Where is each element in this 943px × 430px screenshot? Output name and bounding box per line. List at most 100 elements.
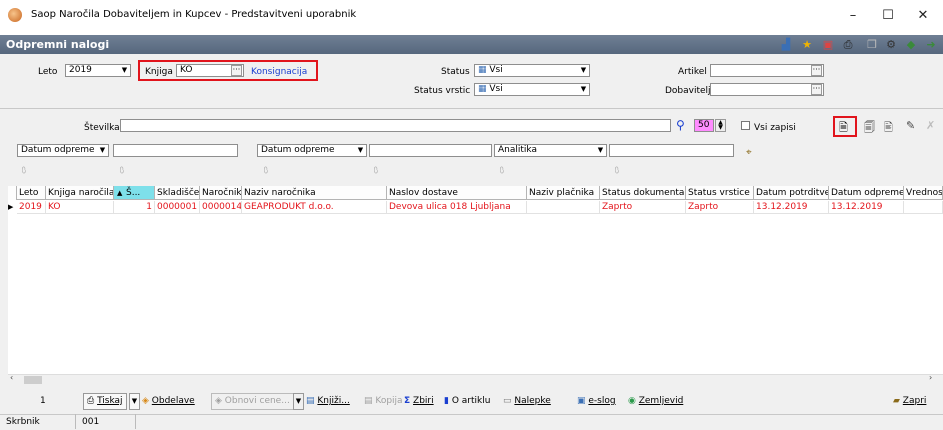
- exit-icon[interactable]: ➜: [924, 38, 938, 52]
- col-header[interactable]: Datum odpreme: [829, 186, 904, 200]
- filter-icon[interactable]: ⩇: [500, 166, 512, 177]
- status-vrstic-label: Status vrstic: [414, 86, 471, 96]
- stevilka-label: Številka: [84, 123, 120, 133]
- table-cell[interactable]: [527, 201, 600, 214]
- count-spinner[interactable]: ▲ ▼: [715, 119, 726, 132]
- app-logo-icon: [8, 8, 22, 22]
- leto-label: Leto: [38, 67, 58, 77]
- sort2-select[interactable]: Datum odpreme ▼: [257, 144, 367, 157]
- col-header[interactable]: Status vrstice: [686, 186, 754, 200]
- col-header[interactable]: Vrednost: [904, 186, 943, 200]
- count-input[interactable]: 50: [694, 119, 714, 132]
- knjiga-name: Konsignacija: [251, 67, 308, 77]
- sort1-select[interactable]: Datum odpreme ▼: [17, 144, 109, 157]
- o-artiklu-button[interactable]: ▮ O artiklu: [444, 393, 490, 410]
- table-cell[interactable]: Zaprto: [686, 201, 754, 214]
- scroll-right-icon[interactable]: ›: [929, 373, 932, 382]
- status-label: Skrbnik: [6, 417, 40, 427]
- col-header[interactable]: Naslov dostave: [387, 186, 527, 200]
- col-header[interactable]: Leto: [17, 186, 46, 200]
- page-title: Odpremni nalogi: [6, 38, 110, 51]
- dobavitelj-input[interactable]: ···: [710, 83, 824, 96]
- table-cell[interactable]: 0000001: [155, 201, 200, 214]
- col-header[interactable]: Naročnik: [200, 186, 242, 200]
- table-cell[interactable]: [904, 201, 943, 214]
- nalepke-button[interactable]: ▭ Nalepke: [503, 393, 551, 410]
- obdelave-button[interactable]: ◈ Obdelave: [142, 393, 195, 410]
- tiskaj-button[interactable]: ⎙ Tiskaj: [83, 393, 127, 410]
- table-cell[interactable]: 13.12.2019: [829, 201, 904, 214]
- e-slog-button[interactable]: ▣ e-slog: [577, 393, 616, 410]
- copy-document-icon[interactable]: 🗐: [864, 119, 875, 138]
- settings-icon[interactable]: ⚙: [884, 38, 898, 52]
- clear-filter-icon[interactable]: ⌖: [746, 147, 752, 158]
- zemljevid-button[interactable]: ◉ Zemljevid: [628, 393, 683, 410]
- search-icon[interactable]: ⚲: [676, 118, 685, 132]
- filter-icon[interactable]: ⩇: [264, 166, 276, 177]
- stevilka-input[interactable]: [120, 119, 671, 132]
- table-cell[interactable]: 2019: [17, 201, 46, 214]
- col-header[interactable]: Naziv plačnika: [527, 186, 600, 200]
- obnovi-dropdown[interactable]: ▼: [293, 393, 304, 410]
- kopija-button[interactable]: ▤ Kopija: [364, 393, 403, 410]
- status-label: Status: [441, 67, 470, 77]
- table-cell[interactable]: 13.12.2019: [754, 201, 829, 214]
- sort3-value[interactable]: [609, 144, 734, 157]
- knjizi-button[interactable]: ▤ Knjiži...: [306, 393, 350, 410]
- knjiga-input[interactable]: KO ···: [176, 64, 244, 77]
- page-number: 1: [40, 396, 46, 406]
- filter-icon[interactable]: ⩇: [22, 166, 34, 177]
- sort2-value[interactable]: [369, 144, 492, 157]
- table-cell[interactable]: GEAPRODUKT d.o.o.: [242, 201, 387, 214]
- table-cell[interactable]: Zaprto: [600, 201, 686, 214]
- edit-document-icon[interactable]: 🖹: [884, 119, 893, 138]
- new-document-icon[interactable]: 🗎: [839, 119, 848, 138]
- scrollbar-thumb[interactable]: [24, 376, 42, 384]
- scroll-left-icon[interactable]: ‹: [10, 373, 13, 382]
- copy-icon[interactable]: ❐: [865, 38, 879, 52]
- table-cell[interactable]: 0000014: [200, 201, 242, 214]
- close-button[interactable]: ✕: [908, 4, 938, 28]
- status-divider: [75, 414, 76, 429]
- favorite-star-icon[interactable]: ★: [800, 38, 814, 52]
- sort1-value[interactable]: [113, 144, 238, 157]
- leto-select[interactable]: 2019 ▼: [65, 64, 131, 77]
- status-bar: [0, 414, 943, 430]
- row-indicator-header: [8, 186, 17, 200]
- chart-icon[interactable]: ▟: [779, 38, 793, 52]
- notes-icon[interactable]: ✎: [906, 119, 915, 132]
- export-icon[interactable]: ▣: [821, 38, 835, 52]
- zapri-button[interactable]: ▰ Zapri: [893, 393, 926, 410]
- orders-grid: [8, 186, 943, 375]
- col-header[interactable]: Knjiga naročila: [46, 186, 114, 200]
- status-vrstic-select[interactable]: ▦ Vsi ▼: [474, 83, 590, 96]
- col-header[interactable]: Status dokumenta: [600, 186, 686, 200]
- maximize-button[interactable]: ☐: [873, 4, 903, 28]
- zbiri-button[interactable]: Σ Zbiri: [404, 393, 434, 410]
- help-icon[interactable]: ◆: [904, 38, 918, 52]
- vsi-zapisi-checkbox[interactable]: [741, 121, 750, 130]
- filter-icon[interactable]: ⩇: [120, 166, 132, 177]
- sort-ascending-icon: ▲: [117, 189, 123, 197]
- table-cell[interactable]: Devova ulica 018 Ljubljana: [387, 201, 527, 214]
- table-cell[interactable]: KO: [46, 201, 114, 214]
- print-icon[interactable]: ⎙: [841, 38, 855, 52]
- col-header[interactable]: Skladišče: [155, 186, 200, 200]
- status-value: 001: [82, 417, 100, 427]
- knjiga-label: Knjiga: [145, 67, 173, 77]
- dobavitelj-label: Dobavitelj: [665, 86, 711, 96]
- col-header[interactable]: Datum potrditve: [754, 186, 829, 200]
- tiskaj-dropdown[interactable]: ▼: [129, 393, 140, 410]
- filter-icon[interactable]: ⩇: [615, 166, 627, 177]
- minimize-button[interactable]: –: [838, 4, 868, 28]
- obnovi-cene-button[interactable]: ◈ Obnovi cene...: [211, 393, 294, 410]
- filter-icon[interactable]: ⩇: [374, 166, 386, 177]
- horizontal-scrollbar[interactable]: [8, 374, 943, 386]
- table-cell[interactable]: 1: [114, 201, 155, 214]
- sort3-select[interactable]: Analitika ▼: [494, 144, 607, 157]
- delete-icon[interactable]: ✗: [926, 119, 935, 132]
- status-select[interactable]: ▦ Vsi ▼: [474, 64, 590, 77]
- divider: [0, 108, 943, 109]
- col-header[interactable]: Naziv naročnika: [242, 186, 387, 200]
- artikel-input[interactable]: ···: [710, 64, 824, 77]
